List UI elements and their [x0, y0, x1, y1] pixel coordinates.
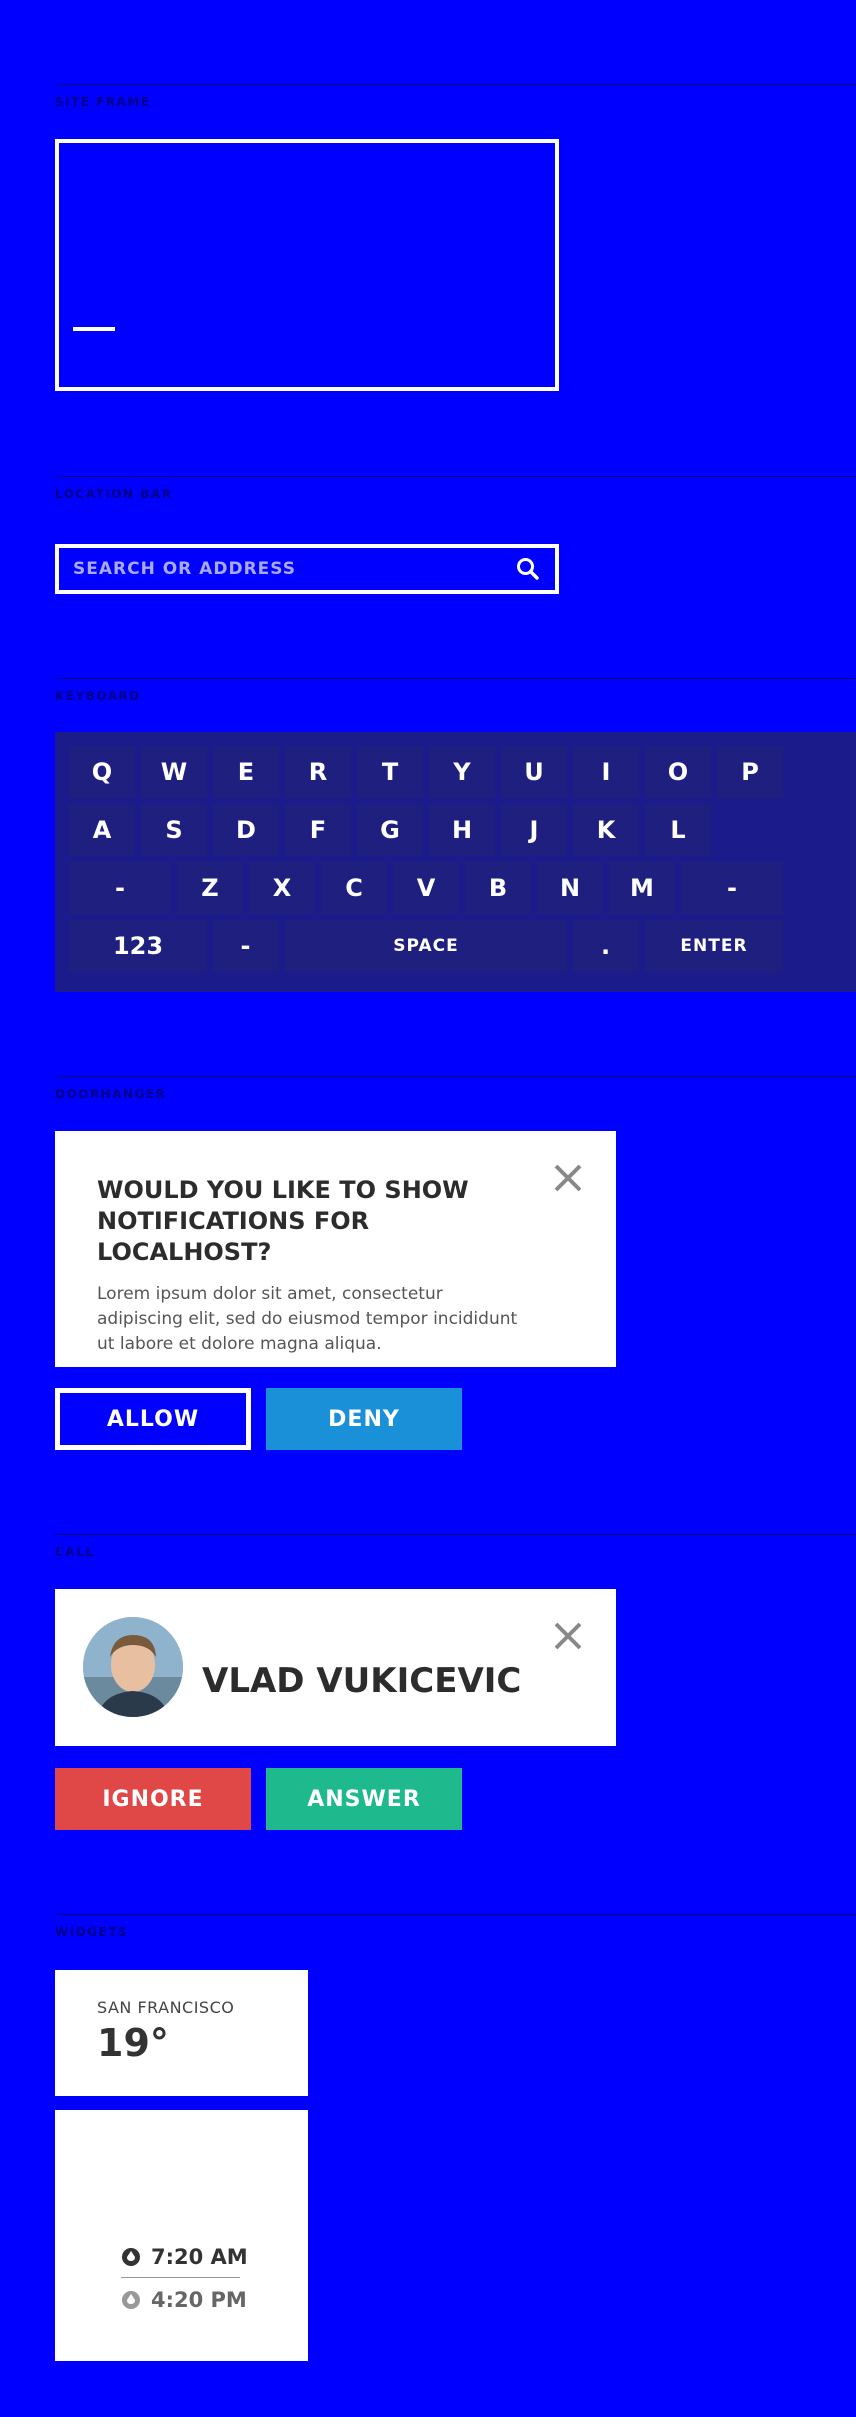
key-h[interactable]: H: [429, 804, 495, 856]
doorhanger-panel: WOULD YOU LIKE TO SHOW NOTIFICATIONS FOR…: [55, 1131, 616, 1367]
section-divider: [55, 84, 856, 85]
section-label-location-bar: LOCATION BAR: [55, 487, 173, 501]
weather-city: SAN FRANCISCO: [97, 1998, 235, 2017]
key-q[interactable]: Q: [69, 746, 135, 798]
key-i[interactable]: I: [573, 746, 639, 798]
avatar: [83, 1617, 183, 1717]
key-s[interactable]: S: [141, 804, 207, 856]
key-v[interactable]: V: [393, 862, 459, 914]
section-divider: [55, 1534, 856, 1535]
close-icon[interactable]: [553, 1163, 583, 1193]
search-icon[interactable]: [515, 556, 541, 582]
key-u[interactable]: U: [501, 746, 567, 798]
key-period[interactable]: .: [573, 920, 639, 972]
key-dash-left[interactable]: -: [69, 862, 171, 914]
key-b[interactable]: B: [465, 862, 531, 914]
key-a[interactable]: A: [69, 804, 135, 856]
key-enter[interactable]: ENTER: [645, 920, 783, 972]
site-frame[interactable]: [55, 139, 559, 391]
section-label-widgets: WIDGETS: [55, 1925, 129, 1939]
key-p[interactable]: P: [717, 746, 783, 798]
allow-button[interactable]: ALLOW: [55, 1388, 251, 1450]
sunset-row: 4:20 PM: [121, 2288, 247, 2312]
section-label-doorhanger: DOORHANGER: [55, 1087, 167, 1101]
key-c[interactable]: C: [321, 862, 387, 914]
key-z[interactable]: Z: [177, 862, 243, 914]
sun-widget[interactable]: [55, 2110, 308, 2361]
sunset-time: 4:20 PM: [151, 2288, 247, 2312]
section-label-keyboard: KEYBOARD: [55, 689, 141, 703]
key-y[interactable]: Y: [429, 746, 495, 798]
key-n[interactable]: N: [537, 862, 603, 914]
weather-widget[interactable]: SAN FRANCISCO 19°: [55, 1970, 308, 2096]
key-o[interactable]: O: [645, 746, 711, 798]
keyboard: Q W E R T Y U I O P A S D F G H J K L - …: [55, 732, 856, 992]
weather-temperature: 19°: [97, 2021, 169, 2065]
key-d[interactable]: D: [213, 804, 279, 856]
key-w[interactable]: W: [141, 746, 207, 798]
key-t[interactable]: T: [357, 746, 423, 798]
key-j[interactable]: J: [501, 804, 567, 856]
section-divider: [55, 476, 856, 477]
key-f[interactable]: F: [285, 804, 351, 856]
section-divider: [55, 1076, 856, 1077]
location-bar[interactable]: SEARCH OR ADDRESS: [55, 544, 559, 594]
key-123[interactable]: 123: [69, 920, 207, 972]
search-input[interactable]: SEARCH OR ADDRESS: [73, 559, 515, 579]
key-r[interactable]: R: [285, 746, 351, 798]
sunset-icon: [122, 2291, 140, 2309]
key-m[interactable]: M: [609, 862, 675, 914]
key-k[interactable]: K: [573, 804, 639, 856]
section-divider: [55, 1914, 856, 1915]
sunrise-time: 7:20 AM: [151, 2245, 248, 2269]
deny-button[interactable]: DENY: [266, 1388, 462, 1450]
key-x[interactable]: X: [249, 862, 315, 914]
sunrise-row: 7:20 AM: [121, 2245, 248, 2269]
section-label-call: CALL: [55, 1545, 95, 1559]
section-label-site-frame: SITE FRAME: [55, 95, 151, 109]
key-space[interactable]: SPACE: [285, 920, 567, 972]
key-l[interactable]: L: [645, 804, 711, 856]
caller-name: VLAD VUKICEVIC: [202, 1661, 522, 1701]
answer-button[interactable]: ANSWER: [266, 1768, 462, 1830]
key-dash[interactable]: -: [213, 920, 279, 972]
call-panel: VLAD VUKICEVIC: [55, 1589, 616, 1746]
doorhanger-title: WOULD YOU LIKE TO SHOW NOTIFICATIONS FOR…: [97, 1176, 469, 1266]
section-divider: [55, 678, 856, 679]
key-dash-right[interactable]: -: [681, 862, 783, 914]
key-e[interactable]: E: [213, 746, 279, 798]
sun-divider: [121, 2277, 240, 2278]
doorhanger-body: Lorem ipsum dolor sit amet, consectetur …: [97, 1284, 518, 1354]
ignore-button[interactable]: IGNORE: [55, 1768, 251, 1830]
text-cursor: [73, 327, 115, 331]
key-g[interactable]: G: [357, 804, 423, 856]
close-icon[interactable]: [553, 1621, 583, 1651]
sunrise-icon: [122, 2248, 140, 2266]
